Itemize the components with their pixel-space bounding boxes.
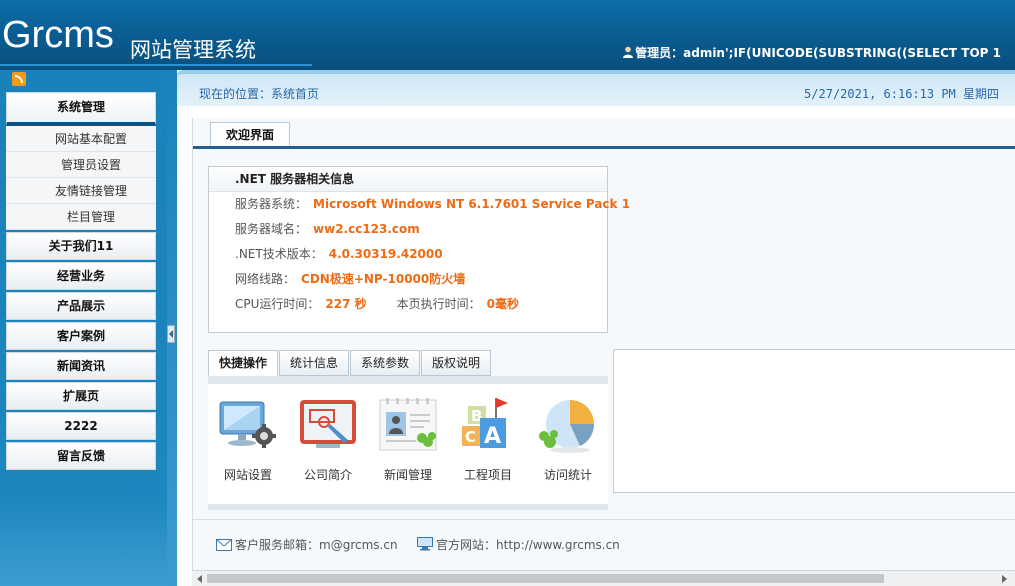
quick-company-profile-label: 公司简介 [303,468,352,482]
mail-icon [216,539,232,551]
net-version-value: 4.0.30319.42000 [328,247,443,261]
sidebar-item-feedback[interactable]: 留言反馈 [6,442,156,470]
network-line-label: 网络线路： [235,272,296,286]
sidebar-collapse-toggle[interactable] [167,325,175,343]
server-domain-row: 服务器域名： ww2.cc123.com [209,217,607,242]
quick-visit-stats-label: 访问统计 [543,468,592,482]
logo-underline [0,64,312,66]
exec-time-label: 本页执行时间： [396,297,481,311]
server-info-title: .NET 服务器相关信息 [209,167,607,192]
tab-quick-actions[interactable]: 快捷操作 [208,350,279,376]
exec-time-value: 0毫秒 [486,297,520,311]
sidebar-item-site-config[interactable]: 网站基本配置 [6,126,156,152]
quick-actions-panel: 网站设置 公司简介 新闻管理 B C A 工程项目 访问统计 [208,384,608,510]
tab-underline [193,146,1015,149]
server-os-value: Microsoft Windows NT 6.1.7601 Service Pa… [313,197,631,211]
sidebar-item-cases[interactable]: 客户案例 [6,322,156,350]
quick-news-management-label: 新闻管理 [383,468,432,482]
svg-text:A: A [484,424,501,449]
network-line-row: 网络线路： CDN极速+NP-10000防火墙 [209,267,607,292]
horizontal-scrollbar[interactable] [192,570,1015,586]
location-bar: 现在的位置：系统首页 5/27/2021, 6:16:13 PM 星期四 [177,70,1015,106]
sidebar-item-columns[interactable]: 栏目管理 [6,204,156,230]
chevron-left-icon [169,330,173,338]
quick-visit-stats[interactable]: 访问统计 [528,396,608,483]
scroll-right-arrow-icon[interactable] [1002,575,1007,583]
email-label: 客户服务邮箱： [235,538,320,552]
sidebar-menu: 系统管理 网站基本配置 管理员设置 友情链接管理 栏目管理 关于我们11 经营业… [6,92,156,470]
admin-text: 管理员：admin';IF(UNICODE(SUBSTRING((SELECT … [635,46,1001,60]
net-version-row: .NET技术版本： 4.0.30319.42000 [209,242,607,267]
tab-statistics[interactable]: 统计信息 [279,350,350,376]
breadcrumb: 现在的位置：系统首页 [199,87,320,101]
sidebar-item-admin-settings[interactable]: 管理员设置 [6,152,156,178]
server-os-row: 服务器系统： Microsoft Windows NT 6.1.7601 Serv… [209,192,630,217]
quick-company-profile[interactable]: 公司简介 [288,396,368,483]
quick-news-management[interactable]: 新闻管理 [368,396,448,483]
sidebar-item-friend-links[interactable]: 友情链接管理 [6,178,156,204]
logo: Grcms [2,14,114,56]
datetime-display: 5/27/2021, 6:16:13 PM 星期四 [804,87,999,101]
sidebar-item-2222[interactable]: 2222 [6,412,156,440]
quick-panel: 快捷操作 统计信息 系统参数 版权说明 网站设置 公司简介 新闻管理 B C A… [208,350,608,510]
top-header: Grcms 网站管理系统 管理员：admin';IF(UNICODE(SUBST… [0,0,1015,70]
quick-projects[interactable]: B C A 工程项目 [448,396,528,483]
sidebar-item-news[interactable]: 新闻资讯 [6,352,156,380]
sidebar-item-products[interactable]: 产品展示 [6,292,156,320]
server-os-label: 服务器系统： [235,197,308,211]
email-value[interactable]: m@grcms.cn [319,538,398,552]
server-info-panel: .NET 服务器相关信息 服务器系统： Microsoft Windows NT … [208,166,630,333]
runtime-row: CPU运行时间： 227 秒 本页执行时间： 0毫秒 [209,292,607,317]
sidebar-glow [0,496,167,586]
quick-site-settings-label: 网站设置 [223,468,272,482]
tab-copyright[interactable]: 版权说明 [421,350,492,376]
sidebar-item-extension[interactable]: 扩展页 [6,382,156,410]
quick-tabs-strip [208,376,608,384]
tab-system-params[interactable]: 系统参数 [350,350,421,376]
main-content: 现在的位置：系统首页 5/27/2021, 6:16:13 PM 星期四 欢迎界… [177,70,1015,586]
cpu-time-value: 227 秒 [325,297,367,311]
abc-blocks-icon: B C A [456,396,520,458]
presentation-board-icon [296,396,360,458]
net-version-label: .NET技术版本： [235,247,323,261]
rss-icon[interactable] [12,72,26,86]
quick-projects-label: 工程项目 [463,468,512,482]
quick-site-settings[interactable]: 网站设置 [208,396,288,483]
sidebar: 系统管理 网站基本配置 管理员设置 友情链接管理 栏目管理 关于我们11 经营业… [0,70,167,586]
footer-website: 官方网站：http://www.grcms.cn [417,536,620,553]
footer-email: 客户服务邮箱：m@grcms.cn [216,536,398,553]
sidebar-item-business[interactable]: 经营业务 [6,262,156,290]
sidebar-item-about[interactable]: 关于我们11 [6,232,156,260]
footer-info: 客户服务邮箱：m@grcms.cn 官方网站：http://www.grcms.… [193,519,1015,559]
monitor-gear-icon [216,396,280,458]
logo-subtitle: 网站管理系统 [130,38,256,62]
user-icon [623,46,634,58]
server-domain-label: 服务器域名： [235,222,308,236]
sidebar-header-system[interactable]: 系统管理 [6,92,156,126]
website-label: 官方网站： [436,538,497,552]
news-card-icon [376,396,440,458]
blank-panel [613,349,1015,493]
website-value[interactable]: http://www.grcms.cn [496,538,620,552]
scrollbar-thumb[interactable] [207,574,884,583]
pie-chart-icon [536,396,600,458]
server-domain-value: ww2.cc123.com [313,222,420,236]
tab-welcome[interactable]: 欢迎界面 [210,122,290,147]
quick-tabs: 快捷操作 统计信息 系统参数 版权说明 [208,350,492,376]
computer-icon [417,537,433,551]
admin-info: 管理员：admin';IF(UNICODE(SUBSTRING((SELECT … [622,44,1001,61]
network-line-value: CDN极速+NP-10000防火墙 [301,272,466,286]
scroll-left-arrow-icon[interactable] [197,575,202,583]
cpu-time-label: CPU运行时间： [235,297,320,311]
svg-text:C: C [465,428,476,446]
welcome-frame: 欢迎界面 .NET 服务器相关信息 服务器系统： Microsoft Window… [192,118,1015,586]
